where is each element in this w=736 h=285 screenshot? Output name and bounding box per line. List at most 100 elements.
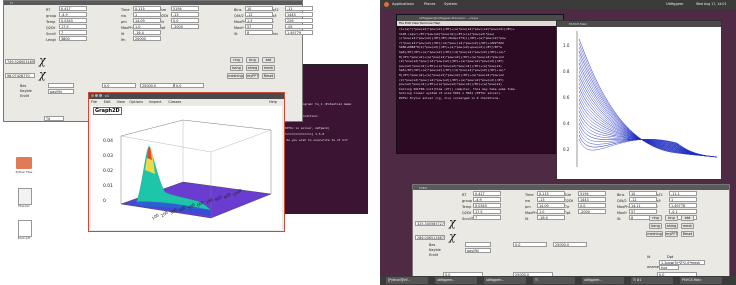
grid-field[interactable]: 57: [245, 24, 273, 29]
grid-field[interactable]: 14.11: [629, 203, 657, 208]
value-field-b[interactable]: 98.07428770: [5, 73, 35, 78]
taskbar-item[interactable]: PSHCE-Main: [680, 277, 722, 284]
field-kayble[interactable]: pos(fit): [48, 89, 74, 94]
clock[interactable]: Wed Aug 17, 14:01: [696, 2, 726, 6]
grid-field[interactable]: 17.5: [473, 209, 501, 214]
grid-field[interactable]: -4.9: [59, 12, 87, 17]
graph-menu-help[interactable]: Help: [269, 100, 277, 104]
user-name[interactable]: Ubfiggeer: [666, 2, 684, 6]
grid-field[interactable]: 1.49779: [285, 30, 313, 35]
graph-menu-item[interactable]: Options: [129, 100, 143, 104]
grid-field[interactable]: 1: [133, 12, 161, 17]
grid-field[interactable]: 1: [669, 197, 697, 202]
grid-field[interactable]: -11: [285, 6, 313, 11]
button-bng[interactable]: bng: [246, 57, 259, 63]
system-menu[interactable]: System: [444, 2, 457, 6]
grid-field[interactable]: 0.0345: [473, 203, 501, 208]
button-bng[interactable]: bng: [665, 215, 678, 221]
field-kayble[interactable]: pos(fit): [465, 248, 491, 253]
grid-field[interactable]: 0.115: [537, 191, 565, 196]
field-bes[interactable]: [465, 242, 491, 247]
grid-field[interactable]: -12: [245, 12, 273, 17]
grid-field[interactable]: -2000: [171, 24, 199, 29]
grid-field[interactable]: -2000: [578, 209, 606, 214]
grid-field[interactable]: 14.09: [133, 18, 161, 23]
close-icon[interactable]: [91, 94, 94, 97]
maximize-icon[interactable]: [99, 94, 102, 97]
minimize-icon[interactable]: [95, 94, 98, 97]
grid-field[interactable]: 7: [59, 30, 87, 35]
grid-field[interactable]: 17.5: [59, 24, 87, 29]
field-low-b[interactable]: 25000.0: [140, 83, 174, 88]
value-field-a[interactable]: 749.326003169: [5, 59, 35, 64]
grid-field[interactable]: -11.1: [669, 191, 697, 196]
button-bbt[interactable]: bbt: [681, 215, 694, 221]
grid-field[interactable]: 1.49778: [669, 203, 697, 208]
grid-field[interactable]: -13: [171, 12, 199, 17]
graph-menu-item[interactable]: Edit: [104, 100, 111, 104]
field-low-b[interactable]: 25000.0: [553, 242, 587, 247]
grid-field[interactable]: 1.0: [537, 209, 565, 214]
grid-field[interactable]: 0.0: [578, 203, 606, 208]
grid-field[interactable]: 1.0: [133, 24, 161, 29]
graph-menu-item[interactable]: View: [117, 100, 125, 104]
field-low-c[interactable]: 0.0: [174, 83, 204, 88]
field-low-a[interactable]: 0.0: [102, 83, 136, 88]
right-terminal-window[interactable]: ubfiggeer@ubfiggeer-Precision: ~/nnpe Fi…: [396, 14, 564, 154]
grid-field[interactable]: 0.0: [171, 18, 199, 23]
grid-field[interactable]: -4.9: [473, 197, 501, 202]
grid-field[interactable]: -16.4: [133, 30, 161, 35]
button-mesh[interactable]: mesh: [262, 65, 275, 71]
grid-field[interactable]: 1443: [578, 197, 606, 202]
plot-window-right[interactable]: PSHCE-Main 1.0 0.8 0.6 0.4 0.2: [556, 20, 722, 180]
grid-field[interactable]: 20000: [133, 36, 161, 41]
button-mesh[interactable]: mesh: [681, 223, 694, 229]
grid-field[interactable]: 0.417: [59, 6, 87, 11]
graph-menu-item[interactable]: File: [91, 100, 97, 104]
field-low-a[interactable]: 0.0: [513, 242, 547, 247]
places-menu[interactable]: Places: [424, 2, 435, 6]
button-reset[interactable]: Reset: [681, 231, 694, 237]
taskbar-item[interactable]: ubfiggeer...: [435, 277, 477, 284]
taskbar-item[interactable]: ubfiggeer...: [582, 277, 624, 284]
taskbar-item[interactable]: Ti: [533, 277, 575, 284]
button-ring[interactable]: ring: [230, 57, 243, 63]
grid-field[interactable]: 5194: [578, 191, 606, 196]
button-mypft[interactable]: myPFT: [246, 73, 259, 79]
grid-field[interactable]: 1443: [285, 12, 313, 17]
grid-field[interactable]: 10: [629, 191, 657, 196]
grid-field[interactable]: -12: [629, 197, 657, 202]
button-ahmg[interactable]: ahmg: [665, 223, 678, 229]
applications-menu[interactable]: Applications: [392, 2, 414, 6]
button-bang[interactable]: bang: [649, 223, 662, 229]
grid-field[interactable]: 7: [473, 215, 501, 220]
taskbar-item[interactable]: [Python@inf...: [386, 277, 428, 284]
grid-field[interactable]: 0.417: [473, 191, 501, 196]
grid-field[interactable]: 14.09: [537, 203, 565, 208]
button-mypft[interactable]: myPFT: [665, 231, 678, 237]
taskbar-item[interactable]: Ti #1: [631, 277, 673, 284]
scroll-field[interactable]: Tit: [44, 116, 64, 121]
button-meshing[interactable]: meshing: [227, 73, 244, 79]
grid-field[interactable]: 3800: [59, 36, 87, 41]
desktop-icon-files-tex[interactable]: Files.tex: [15, 188, 33, 214]
button-bang[interactable]: bang: [230, 65, 243, 71]
graph-window[interactable]: c1 File Edit View Options Inspect Classes Help…: [88, 92, 285, 232]
grid-field[interactable]: 8: [245, 30, 273, 35]
button-bbt[interactable]: bbt: [262, 57, 275, 63]
value-field-b[interactable]: 286.006512687: [415, 235, 445, 240]
button-reset[interactable]: Reset: [262, 73, 275, 79]
grid-field[interactable]: 0.115: [133, 6, 161, 11]
field-bes[interactable]: [48, 83, 74, 88]
grid-field[interactable]: -16.4: [537, 215, 565, 220]
grid-field[interactable]: 57: [629, 209, 657, 214]
graph-menu-item[interactable]: Classes: [168, 100, 181, 104]
terminal-menubar[interactable]: File Edit View Terminal Help: [397, 21, 563, 26]
button-meshing[interactable]: meshing: [646, 231, 663, 237]
value-field-a[interactable]: 325.3005657270: [415, 221, 445, 226]
grid-field[interactable]: 5194: [171, 6, 199, 11]
grid-field[interactable]: 1.5: [245, 18, 273, 23]
grid-field[interactable]: 10: [245, 6, 273, 11]
grid-field[interactable]: -13: [537, 197, 565, 202]
button-ahmg[interactable]: ahmg: [246, 65, 259, 71]
